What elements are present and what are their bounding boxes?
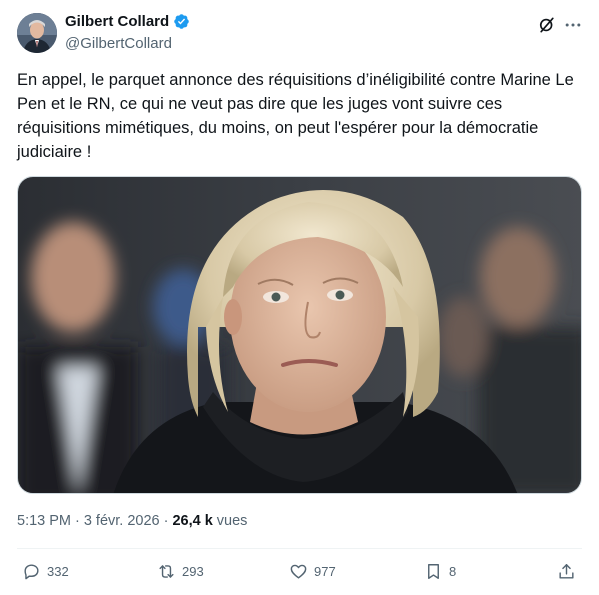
verified-badge-icon — [173, 13, 190, 30]
views-count[interactable]: 26,4 k — [172, 513, 212, 529]
reply-icon — [24, 564, 39, 580]
tweet-meta: 5:13 PM · 3 févr. 2026 · 26,4 k vues — [17, 513, 247, 529]
more-icon[interactable] — [563, 15, 583, 35]
heart-icon — [290, 564, 307, 579]
bookmark-button[interactable]: 8 — [424, 562, 456, 581]
meta-separator: · — [75, 513, 80, 529]
tweet-photo[interactable] — [17, 176, 582, 494]
share-icon — [559, 564, 574, 579]
repost-button[interactable]: 293 — [157, 562, 204, 581]
repost-count: 293 — [182, 564, 204, 579]
avatar[interactable] — [17, 13, 57, 53]
like-button[interactable]: 977 — [289, 562, 336, 581]
display-name[interactable]: Gilbert Collard — [65, 13, 169, 30]
reply-button[interactable]: 332 — [22, 562, 69, 581]
tweet-date[interactable]: 3 févr. 2026 — [84, 513, 160, 529]
views-label: vues — [216, 513, 248, 529]
repost-icon — [159, 565, 174, 578]
action-bar: 332 293 977 8 — [17, 562, 582, 588]
grok-icon[interactable] — [537, 15, 557, 35]
bookmark-icon — [428, 564, 439, 579]
reply-count: 332 — [47, 564, 69, 579]
tweet-text: En appel, le parquet annonce des réquisi… — [17, 71, 574, 161]
like-count: 977 — [314, 564, 336, 579]
divider — [17, 548, 582, 549]
user-handle[interactable]: @GilbertCollard — [65, 35, 172, 52]
tweet-card: Gilbert Collard @GilbertCollard En appel… — [0, 0, 599, 595]
share-button[interactable] — [557, 562, 576, 581]
tweet-time[interactable]: 5:13 PM — [17, 513, 71, 529]
bookmark-count: 8 — [449, 564, 457, 579]
author-name-row: Gilbert Collard — [65, 13, 190, 30]
meta-separator: · — [163, 513, 169, 529]
